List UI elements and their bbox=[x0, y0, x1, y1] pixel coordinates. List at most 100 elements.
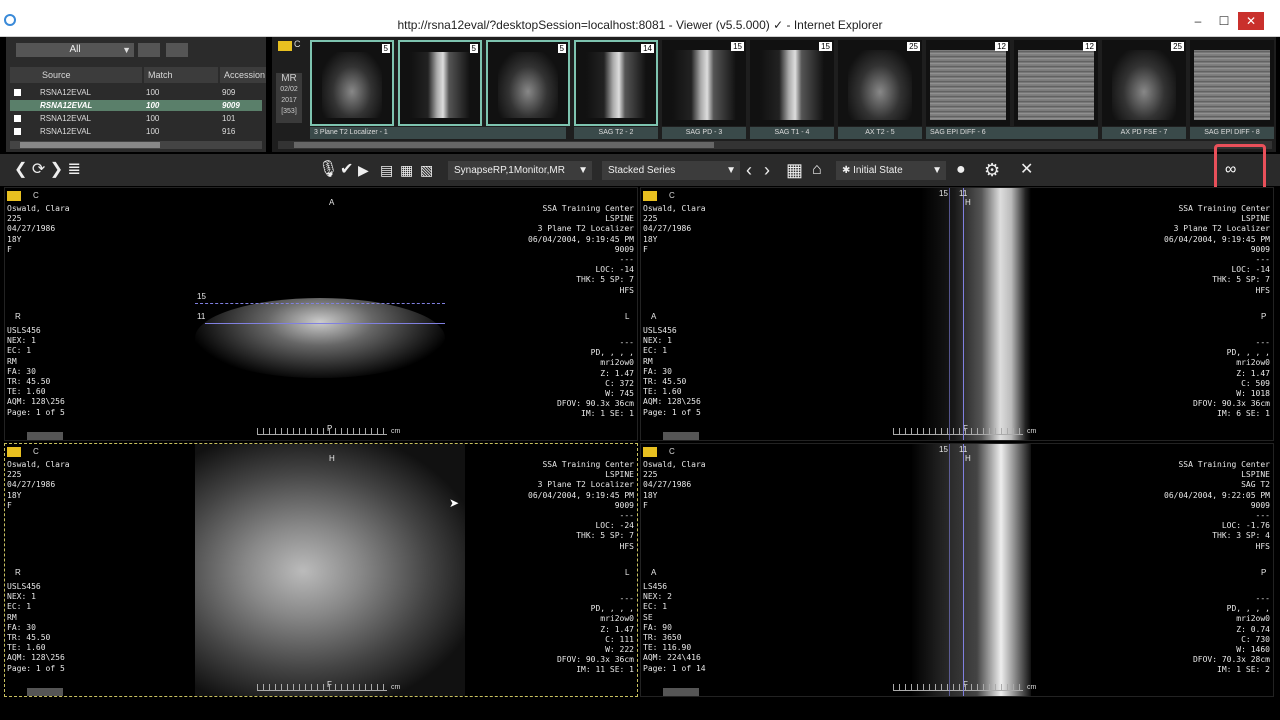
series-thumbnail[interactable]: 5 bbox=[310, 40, 394, 126]
worklist-tool-button[interactable] bbox=[138, 43, 160, 57]
scale-unit: cm bbox=[391, 428, 401, 435]
thumbnail-image-count: 5 bbox=[381, 44, 390, 53]
study-tile[interactable]: MR 02/02 2017 [353] bbox=[276, 73, 302, 123]
series-thumbnail[interactable]: 12 bbox=[926, 40, 1010, 126]
gear-icon[interactable]: ⚙ bbox=[984, 160, 1000, 180]
series-thumbnail[interactable] bbox=[1190, 40, 1274, 126]
series-thumbnail[interactable]: 5 bbox=[398, 40, 482, 126]
worklist-scrollbar[interactable] bbox=[10, 141, 262, 149]
scale-unit: cm bbox=[1027, 684, 1037, 691]
grid-layout-icon[interactable]: ▦ bbox=[786, 160, 803, 180]
row-source: RSNA12EVAL bbox=[40, 114, 91, 123]
series-thumbnail[interactable]: 15 bbox=[750, 40, 834, 126]
thumbnail-image bbox=[586, 52, 646, 118]
reference-line-dashed bbox=[195, 303, 445, 304]
thumbnail-image-count: 25 bbox=[1171, 42, 1184, 51]
row-checkbox[interactable] bbox=[14, 89, 21, 96]
mri-image[interactable] bbox=[921, 188, 1031, 440]
next-icon[interactable]: ▶ bbox=[358, 160, 369, 180]
thumbnail-label[interactable]: SAG EPI DIFF - 8 bbox=[1190, 127, 1274, 139]
series-thumbnail[interactable]: 15 bbox=[662, 40, 746, 126]
series-thumbnail[interactable]: 25 bbox=[838, 40, 922, 126]
thumbnail-label[interactable]: AX PD FSE - 7 bbox=[1102, 127, 1186, 139]
reference-number: 15 bbox=[939, 445, 948, 454]
state-select[interactable]: ✱ Initial State ▼ bbox=[836, 161, 946, 180]
checkmark-icon[interactable]: ✔ bbox=[340, 160, 353, 180]
row-checkbox[interactable] bbox=[14, 115, 21, 122]
worklist-filter-select[interactable]: All ▼ bbox=[16, 43, 134, 57]
viewport-c-label: C bbox=[669, 447, 675, 456]
display-overlay: --- PD, , , , mri2ow0 Z: 1.47 C: 372 W: … bbox=[556, 338, 634, 419]
viewport-c-label: C bbox=[33, 447, 39, 456]
viewport-tools[interactable] bbox=[663, 432, 699, 440]
series-thumbnail[interactable]: 14 bbox=[574, 40, 658, 126]
document-icon[interactable]: ▤ bbox=[380, 160, 393, 180]
orientation-right: L bbox=[625, 312, 630, 321]
thumbnail-label[interactable]: AX T2 - 5 bbox=[838, 127, 922, 139]
sun-icon[interactable] bbox=[7, 447, 21, 457]
worklist-col-source[interactable]: Source bbox=[38, 67, 142, 83]
series-thumbnail[interactable]: 5 bbox=[486, 40, 570, 126]
thumbnail-image bbox=[1018, 50, 1094, 120]
worklist-filter-value: All bbox=[69, 44, 81, 55]
thumbnail-label[interactable]: 3 Plane T2 Localizer - 1 bbox=[310, 127, 566, 139]
viewport-tools[interactable] bbox=[27, 432, 63, 440]
worklist-row-selected[interactable]: RSNA12EVAL 100 9009 bbox=[10, 100, 262, 111]
worklist-row[interactable]: RSNA12EVAL 100 101 bbox=[10, 113, 262, 124]
row-match: 100 bbox=[146, 114, 160, 123]
mri-image[interactable] bbox=[195, 298, 445, 378]
mri-image[interactable] bbox=[195, 444, 465, 696]
orientation-top: H bbox=[329, 454, 335, 463]
worklist-row[interactable]: RSNA12EVAL 100 909 bbox=[10, 87, 262, 98]
image-viewport[interactable]: C Oswald, Clara 225 04/27/1986 18Y F SSA T… bbox=[640, 187, 1274, 441]
window-titlebar: http://rsna12eval/?desktopSession=localh… bbox=[0, 0, 1280, 37]
patient-info-overlay: Oswald, Clara 225 04/27/1986 18Y F bbox=[7, 204, 70, 254]
scale-ruler bbox=[257, 428, 387, 435]
protocol-value: SynapseRP,1Monitor,MR bbox=[454, 165, 565, 176]
notes-icon[interactable]: ▧ bbox=[420, 160, 433, 180]
worklist-tool-button-2[interactable] bbox=[166, 43, 188, 57]
sun-icon[interactable] bbox=[7, 191, 21, 201]
thumbnail-label[interactable]: SAG T2 - 2 bbox=[574, 127, 658, 139]
close-viewer-button[interactable]: ✕ bbox=[1020, 160, 1033, 180]
thumbnail-image-count: 14 bbox=[641, 44, 654, 53]
thumbnail-label[interactable]: SAG T1 - 4 bbox=[750, 127, 834, 139]
worklist-row[interactable]: RSNA12EVAL 100 916 bbox=[10, 126, 262, 137]
viewport-tools[interactable] bbox=[663, 688, 699, 696]
image-viewport[interactable]: C Oswald, Clara 225 04/27/1986 18Y F SSA T… bbox=[640, 443, 1274, 697]
nav-controls[interactable]: ❮ ⟳ ❯ ≣ bbox=[14, 160, 81, 180]
patient-info-overlay: Oswald, Clara 225 04/27/1986 18Y F bbox=[7, 460, 70, 510]
minimize-button[interactable]: – bbox=[1186, 12, 1210, 30]
row-accession: 909 bbox=[222, 88, 236, 97]
sun-icon[interactable] bbox=[278, 41, 292, 51]
sun-icon[interactable] bbox=[643, 447, 657, 457]
thumbnail-image bbox=[760, 50, 824, 120]
protocol-select[interactable]: SynapseRP,1Monitor,MR ▼ bbox=[448, 161, 592, 180]
row-checkbox[interactable] bbox=[14, 128, 21, 135]
viewport-tools[interactable] bbox=[27, 688, 63, 696]
report-icon[interactable]: ▦ bbox=[400, 160, 413, 180]
image-viewport[interactable]: C Oswald, Clara 225 04/27/1986 18Y F SSA T… bbox=[4, 187, 638, 441]
thumbnail-scrollbar[interactable] bbox=[278, 141, 1272, 149]
series-thumbnail[interactable]: 25 bbox=[1102, 40, 1186, 126]
close-window-button[interactable]: ✕ bbox=[1238, 12, 1264, 30]
speech-bubble-icon[interactable]: ● bbox=[956, 160, 966, 180]
prev-arrow-icon[interactable]: ‹ bbox=[746, 160, 752, 180]
sun-icon[interactable] bbox=[643, 191, 657, 201]
worklist-col-check bbox=[10, 67, 38, 83]
camera-icon[interactable]: ⌂ bbox=[812, 160, 822, 180]
acquisition-overlay: USLS456 NEX: 1 EC: 1 RM FA: 30 TR: 45.50… bbox=[7, 326, 65, 417]
mri-image[interactable] bbox=[911, 444, 1031, 696]
maximize-button[interactable]: ☐ bbox=[1212, 12, 1236, 30]
thumbnail-label[interactable]: SAG EPI DIFF - 6 bbox=[926, 127, 1098, 139]
layout-select[interactable]: Stacked Series ▼ bbox=[602, 161, 740, 180]
next-arrow-icon[interactable]: › bbox=[764, 160, 770, 180]
row-accession: 101 bbox=[222, 114, 236, 123]
worklist-col-accession[interactable]: Accession bbox=[220, 67, 266, 83]
microphone-icon[interactable]: 🎙 bbox=[318, 160, 338, 180]
row-source: RSNA12EVAL bbox=[40, 127, 91, 136]
worklist-col-match[interactable]: Match bbox=[144, 67, 218, 83]
series-thumbnail[interactable]: 12 bbox=[1014, 40, 1098, 126]
image-viewport[interactable]: C Oswald, Clara 225 04/27/1986 18Y F SSA T… bbox=[4, 443, 638, 697]
thumbnail-label[interactable]: SAG PD - 3 bbox=[662, 127, 746, 139]
